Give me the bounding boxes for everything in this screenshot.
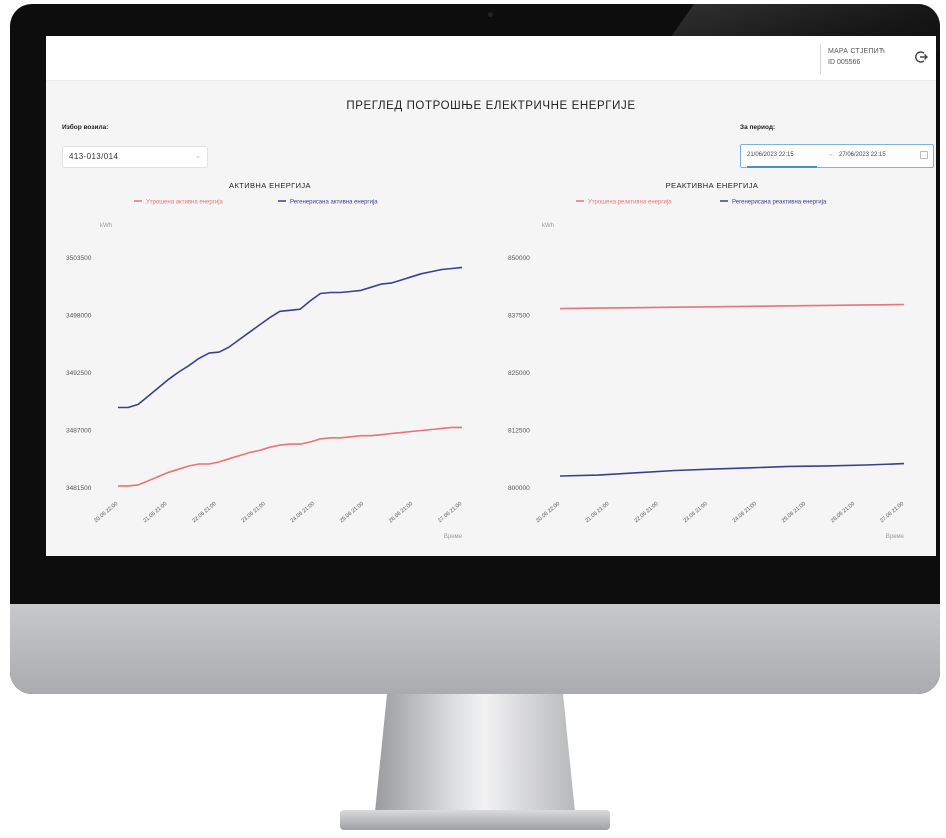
date-separator: →: [827, 151, 834, 158]
date-range-picker[interactable]: 21/06/2023 22:15 → 27/06/2023 22:15: [740, 144, 934, 168]
active-date-indicator: [747, 166, 817, 168]
x-tick-label: 24.06 21:00: [732, 501, 758, 524]
x-tick-label: 22.06 21:00: [191, 501, 217, 524]
x-axis-label: Време: [444, 534, 463, 540]
y-tick-label: 837500: [508, 313, 530, 320]
chart-title: АКТИВНА ЕНЕРГИЈА: [229, 181, 311, 190]
series-line-1: [118, 266, 463, 409]
series-line-1: [559, 462, 905, 477]
meter-label: Избор возила:: [62, 124, 109, 131]
series-line-0: [559, 303, 905, 310]
y-tick-label: 3503500: [66, 255, 92, 262]
x-tick-label: 21.06 21:00: [142, 501, 168, 524]
y-tick-label: 3492500: [66, 370, 92, 377]
x-tick-label: 26.06 21:00: [388, 501, 414, 524]
x-tick-label: 25.06 21:00: [339, 501, 365, 524]
monitor-stand: [375, 694, 575, 812]
y-tick-label: 812500: [508, 428, 530, 435]
legend-label-1: Регенерисана реактивна енергија: [732, 200, 827, 206]
logout-icon-svg: [915, 51, 928, 63]
x-tick-label: 20.06 22:00: [535, 501, 561, 524]
y-tick-label: 3481500: [66, 485, 92, 492]
top-bar: МАРА СТЈЕПИЋ ID 005566: [46, 36, 936, 81]
period-label: За период:: [740, 124, 776, 131]
x-axis-label: Време: [886, 534, 905, 540]
y-axis-label: kWh: [100, 223, 112, 229]
user-divider: [820, 44, 821, 74]
y-axis-label: kWh: [542, 223, 554, 229]
y-tick-label: 3498000: [66, 313, 92, 320]
series-line-0: [118, 426, 462, 487]
x-tick-label: 20.06 22:00: [93, 501, 119, 524]
reactive-energy-chart: РЕАКТИВНА ЕНЕРГИЈА Утрошена реактивна ене…: [508, 181, 905, 540]
x-tick-label: 27.06 21:00: [879, 501, 905, 524]
active-energy-chart: АКТИВНА ЕНЕРГИЈА Утрошена активна енергиј…: [66, 181, 463, 540]
monitor-chin: [10, 604, 940, 694]
chart-legend: Утрошена активна енергија Регенерисана ак…: [134, 200, 378, 206]
x-tick-label: 23.06 21:00: [241, 501, 267, 524]
x-tick-label: 26.06 21:00: [830, 501, 856, 524]
user-id: ID 005566: [828, 59, 861, 66]
x-tick-label: 21.06 21:00: [584, 501, 610, 524]
x-tick-label: 25.06 21:00: [781, 501, 807, 524]
y-tick-label: 825000: [508, 370, 530, 377]
chart-legend: Утрошена реактивна енергија Регенерисана …: [576, 200, 827, 206]
meter-select[interactable]: 413-013/014 ⌄: [62, 146, 208, 168]
x-tick-label: 22.06 21:00: [633, 501, 659, 524]
y-tick-label: 3487000: [66, 428, 92, 435]
x-tick-label: 27.06 21:00: [437, 501, 463, 524]
x-tick-label: 24.06 21:00: [290, 501, 316, 524]
app-screen: МАРА СТЈЕПИЋ ID 005566 ПРЕГЛЕД ПОТРОШЊЕ …: [46, 36, 936, 556]
camera-dot: [488, 12, 493, 17]
calendar-icon[interactable]: [920, 151, 928, 159]
x-tick-label: 23.06 21:00: [683, 501, 709, 524]
meter-select-value: 413-013/014: [69, 152, 119, 161]
legend-label-0: Утрошена активна енергија: [146, 200, 224, 206]
date-from-input[interactable]: 21/06/2023 22:15: [747, 152, 794, 158]
y-tick-label: 800000: [508, 485, 530, 492]
chart-title: РЕАКТИВНА ЕНЕРГИЈА: [666, 181, 759, 190]
date-to-input[interactable]: 27/06/2023 22:15: [839, 152, 886, 158]
y-tick-label: 850000: [508, 255, 530, 262]
monitor-foot: [340, 810, 610, 830]
user-name: МАРА СТЈЕПИЋ: [828, 48, 886, 55]
logout-icon[interactable]: [914, 50, 928, 64]
legend-label-0: Утрошена реактивна енергија: [588, 200, 672, 206]
monitor-bezel: МАРА СТЈЕПИЋ ID 005566 ПРЕГЛЕД ПОТРОШЊЕ …: [10, 4, 940, 694]
chevron-down-icon: ⌄: [195, 153, 201, 160]
page-title: ПРЕГЛЕД ПОТРОШЊЕ ЕЛЕКТРИЧНЕ ЕНЕРГИЈЕ: [346, 100, 636, 112]
legend-label-1: Регенерисана активна енергија: [290, 200, 378, 206]
